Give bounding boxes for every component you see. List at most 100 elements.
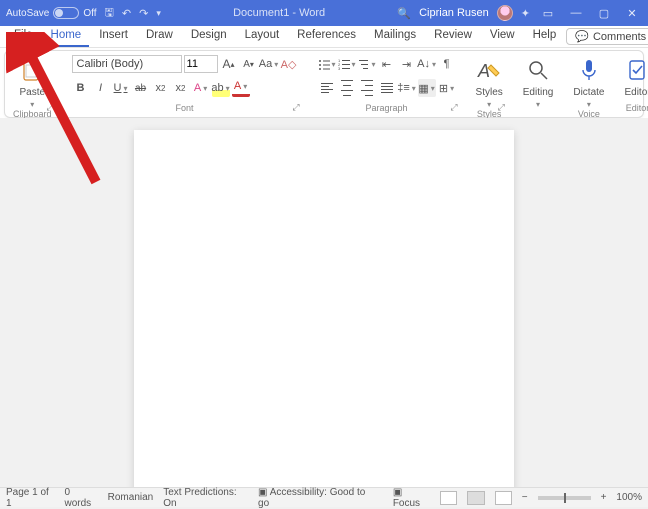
status-language[interactable]: Romanian (108, 492, 154, 503)
find-icon (527, 55, 549, 85)
app-window: AutoSave Off 🖫 ↶ ↷ ▾ Document1 - Word 🔍 … (0, 0, 648, 507)
paragraph-launcher-icon[interactable]: ⤢ (450, 102, 457, 113)
line-spacing-button[interactable]: ‡≡ (398, 79, 416, 97)
status-page[interactable]: Page 1 of 1 (6, 487, 54, 509)
text-effects-button[interactable]: A (192, 79, 210, 97)
document-page[interactable] (134, 130, 514, 487)
styles-launcher-icon[interactable]: ⤢ (498, 102, 505, 113)
tab-draw[interactable]: Draw (138, 26, 181, 47)
avatar[interactable] (497, 5, 513, 21)
font-name-select[interactable] (72, 55, 182, 73)
numbering-button[interactable]: 123 (338, 55, 356, 73)
italic-button[interactable]: I (92, 79, 110, 97)
dictate-label: Dictate (573, 87, 604, 98)
zoom-slider[interactable] (538, 496, 591, 500)
tab-review[interactable]: Review (426, 26, 480, 47)
status-text-predictions[interactable]: Text Predictions: On (163, 487, 248, 509)
decrease-indent-button[interactable]: ⇤ (378, 55, 396, 73)
tab-file[interactable]: File (6, 26, 41, 47)
microphone-icon (580, 55, 598, 85)
editor-group-label: Editor (626, 103, 648, 113)
font-color-button[interactable]: A (232, 79, 250, 97)
multilevel-button[interactable] (358, 55, 376, 73)
svg-text:A: A (477, 61, 490, 81)
document-workspace[interactable] (0, 118, 648, 487)
font-size-select[interactable] (184, 55, 218, 73)
close-button[interactable]: ✕ (622, 3, 642, 23)
redo-icon[interactable]: ↷ (139, 7, 148, 20)
highlight-button[interactable]: ab (212, 79, 230, 97)
change-case-button[interactable]: Aa (260, 55, 278, 73)
tab-layout[interactable]: Layout (237, 26, 288, 47)
titlebar: AutoSave Off 🖫 ↶ ↷ ▾ Document1 - Word 🔍 … (0, 0, 648, 26)
svg-text:3: 3 (338, 66, 341, 70)
undo-icon[interactable]: ↶ (122, 7, 131, 20)
sort-button[interactable]: A↓ (418, 55, 436, 73)
superscript-button[interactable]: x2 (172, 79, 190, 97)
font-launcher-icon[interactable]: ⤢ (292, 102, 299, 113)
premium-icon[interactable]: ✦ (521, 7, 530, 20)
group-styles: A Styles▾ Styles ⤢ (472, 53, 507, 115)
shading-button[interactable]: ▦ (418, 79, 436, 97)
tab-mailings[interactable]: Mailings (366, 26, 424, 47)
view-web-layout[interactable] (495, 491, 512, 505)
grow-font-button[interactable]: A▴ (220, 55, 238, 73)
autosave-switch[interactable] (53, 7, 79, 19)
editor-button[interactable]: Editor (624, 55, 648, 98)
tab-insert[interactable]: Insert (91, 26, 136, 47)
underline-button[interactable]: U (112, 79, 130, 97)
paste-label: Paste (19, 87, 45, 98)
autosave-toggle[interactable]: AutoSave Off (6, 7, 97, 19)
group-clipboard: Paste ▾ Clipboard ⤢ (9, 53, 56, 115)
increase-indent-button[interactable]: ⇥ (398, 55, 416, 73)
search-icon[interactable]: 🔍 (397, 7, 411, 20)
minimize-button[interactable]: — (566, 3, 586, 23)
status-words[interactable]: 0 words (64, 487, 97, 509)
tab-home[interactable]: Home (43, 26, 90, 47)
autosave-label: AutoSave (6, 8, 49, 19)
tab-references[interactable]: References (289, 26, 364, 47)
styles-button[interactable]: A Styles▾ (476, 55, 503, 109)
ribbon-display-icon[interactable]: ▭ (538, 3, 558, 23)
maximize-button[interactable]: ▢ (594, 3, 614, 23)
tab-help[interactable]: Help (525, 26, 565, 47)
align-right-button[interactable] (358, 79, 376, 97)
tab-view[interactable]: View (482, 26, 523, 47)
bullets-button[interactable] (318, 55, 336, 73)
clipboard-launcher-icon[interactable]: ⤢ (46, 102, 53, 113)
zoom-level[interactable]: 100% (616, 492, 642, 503)
ribbon-tabs: File Home Insert Draw Design Layout Refe… (0, 26, 648, 48)
font-group-label: Font (176, 103, 194, 113)
ribbon: Paste ▾ Clipboard ⤢ A▴ A▾ Aa A◇ B I U ab… (4, 50, 644, 118)
styles-btn-label: Styles (476, 87, 503, 98)
clear-formatting-button[interactable]: A◇ (280, 55, 298, 73)
paste-button[interactable]: Paste ▾ (19, 55, 45, 109)
subscript-button[interactable]: x2 (152, 79, 170, 97)
dictate-button[interactable]: Dictate▾ (573, 55, 604, 109)
group-editing: Editing▾ (519, 53, 558, 115)
comments-button[interactable]: 💬 Comments (566, 28, 648, 45)
zoom-out-button[interactable]: − (522, 492, 528, 503)
focus-mode-button[interactable]: ▣ Focus (393, 487, 430, 509)
save-icon[interactable]: 🖫 (105, 4, 114, 23)
statusbar: Page 1 of 1 0 words Romanian Text Predic… (0, 487, 648, 507)
show-marks-button[interactable]: ¶ (438, 55, 456, 73)
qat-dropdown-icon[interactable]: ▾ (156, 8, 161, 19)
bold-button[interactable]: B (72, 79, 90, 97)
align-center-button[interactable] (338, 79, 356, 97)
editing-button[interactable]: Editing▾ (523, 55, 554, 109)
view-read-mode[interactable] (440, 491, 457, 505)
comments-label: Comments (593, 31, 646, 43)
borders-button[interactable]: ⊞ (438, 79, 456, 97)
paragraph-group-label: Paragraph (366, 103, 408, 113)
justify-button[interactable] (378, 79, 396, 97)
shrink-font-button[interactable]: A▾ (240, 55, 258, 73)
editing-btn-label: Editing (523, 87, 554, 98)
align-left-button[interactable] (318, 79, 336, 97)
status-accessibility[interactable]: ▣ Accessibility: Good to go (258, 487, 373, 509)
zoom-in-button[interactable]: + (601, 492, 607, 503)
view-print-layout[interactable] (467, 491, 484, 505)
strikethrough-button[interactable]: ab (132, 79, 150, 97)
tab-design[interactable]: Design (183, 26, 235, 47)
ribbon-container: Paste ▾ Clipboard ⤢ A▴ A▾ Aa A◇ B I U ab… (0, 48, 648, 118)
